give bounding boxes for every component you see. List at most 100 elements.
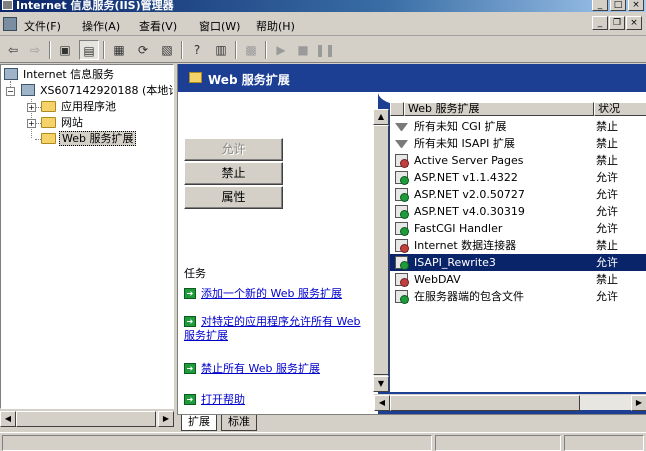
menu-bar: 文件(F) 操作(A) 查看(V) 窗口(W) 帮助(H) _ ❐ × (0, 14, 646, 36)
extension-name: 所有未知 CGI 扩展 (414, 120, 507, 133)
scroll-thumb[interactable] (16, 411, 156, 427)
scroll-right-button[interactable]: ▶ (158, 411, 174, 427)
extension-icon (395, 256, 409, 270)
extension-status: 禁止 (596, 137, 618, 150)
collapse-server-toggle[interactable]: − (6, 87, 15, 96)
tree-node-websites[interactable]: 网站 (41, 115, 85, 131)
green-arrow-icon: ➔ (184, 315, 196, 327)
server-computer-icon (21, 84, 35, 96)
list-row[interactable]: 所有未知 ISAPI 扩展 禁止 (390, 135, 646, 152)
extension-name: WebDAV (414, 273, 461, 286)
refresh-icon[interactable]: ⟳ (133, 40, 153, 60)
tree-horizontal-scrollbar[interactable]: ◀ ▶ (0, 410, 174, 427)
extension-icon (395, 290, 409, 304)
expand-app-pools-toggle[interactable]: + (27, 103, 36, 112)
tree-node-server[interactable]: XS607142920188 (本地计 (21, 83, 173, 99)
tab-extended[interactable]: 扩展 (181, 415, 217, 431)
up-level-icon[interactable]: ▣ (55, 40, 75, 60)
expand-websites-toggle[interactable]: + (27, 119, 36, 128)
task-add-extension[interactable]: ➔ 添加一个新的 Web 服务扩展 (184, 285, 372, 301)
properties-icon[interactable]: ▦ (109, 40, 129, 60)
menu-file[interactable]: 文件(F) (24, 18, 61, 34)
list-row[interactable]: WebDAV 禁止 (390, 271, 646, 288)
extension-name: ASP.NET v1.1.4322 (414, 171, 518, 184)
tree-node-iis-root[interactable]: Internet 信息服务 (4, 67, 116, 83)
console-tree: Internet 信息服务 − XS607142920188 (本地计 + 应用… (0, 64, 174, 409)
column-header-extension[interactable]: Web 服务扩展 (404, 102, 594, 116)
list-row[interactable]: Internet 数据连接器 禁止 (390, 237, 646, 254)
properties-button[interactable]: 属性 (184, 186, 283, 209)
list-horizontal-scrollbar[interactable]: ◀ ▶ (374, 394, 646, 411)
list-header: Web 服务扩展 状况 (390, 102, 646, 116)
list-row[interactable]: FastCGI Handler 允许 (390, 220, 646, 237)
tab-standard[interactable]: 标准 (221, 415, 257, 431)
scroll-thumb[interactable] (373, 125, 389, 375)
export-list-icon[interactable]: ▧ (157, 40, 177, 60)
mdi-restore-button[interactable]: ❐ (609, 16, 625, 30)
extension-icon (395, 154, 409, 168)
list-row[interactable]: 在服务器端的包含文件 允许 (390, 288, 646, 305)
menu-view[interactable]: 查看(V) (139, 18, 177, 34)
deny-button[interactable]: 禁止 (184, 162, 283, 185)
task-allow-all-for-app[interactable]: ➔ 对特定的应用程序允许所有 Web 服务扩展 (184, 315, 372, 343)
extension-name: Internet 数据连接器 (414, 239, 517, 252)
toolbar-separator (235, 41, 237, 59)
tree-node-app-pools[interactable]: 应用程序池 (41, 99, 118, 115)
show-hide-tree-icon[interactable]: ▤ (79, 40, 99, 60)
extension-status: 允许 (596, 205, 618, 218)
tree-node-web-service-extensions[interactable]: Web 服务扩展 (41, 131, 137, 147)
menu-window[interactable]: 窗口(W) (199, 18, 240, 34)
task-open-help[interactable]: ➔ 打开帮助 (184, 391, 372, 407)
list-row[interactable]: Active Server Pages 禁止 (390, 152, 646, 169)
extension-status: 禁止 (596, 120, 618, 133)
stop-icon[interactable]: ■ (293, 40, 313, 60)
scroll-thumb[interactable] (390, 395, 580, 411)
tasks-heading: 任务 (184, 267, 206, 280)
toolbar-separator (181, 41, 183, 59)
sort-indicator (390, 102, 404, 116)
extension-status: 允许 (596, 222, 618, 235)
folder-icon (41, 132, 56, 144)
scroll-left-button[interactable]: ◀ (0, 411, 16, 427)
console-menu-icon[interactable] (3, 17, 17, 31)
list-row[interactable]: 所有未知 CGI 扩展 禁止 (390, 118, 646, 135)
extension-icon (395, 188, 409, 202)
computer-icon[interactable]: ▩ (241, 40, 261, 60)
list-row[interactable]: ASP.NET v2.0.50727 允许 (390, 186, 646, 203)
iis-root-icon (4, 68, 18, 80)
task-deny-all[interactable]: ➔ 禁止所有 Web 服务扩展 (184, 360, 372, 376)
help-icon[interactable]: ? (187, 40, 207, 60)
forward-arrow-icon[interactable]: ⇨ (25, 40, 45, 60)
column-header-status[interactable]: 状况 (594, 102, 646, 116)
close-button[interactable]: × (628, 0, 644, 11)
extension-name: 所有未知 ISAPI 扩展 (414, 137, 515, 150)
extension-name: FastCGI Handler (414, 222, 503, 235)
pause-icon[interactable]: ❚❚ (315, 40, 335, 60)
menu-help[interactable]: 帮助(H) (256, 18, 295, 34)
maximize-button[interactable]: □ (610, 0, 626, 11)
mdi-close-button[interactable]: × (626, 16, 642, 30)
extension-status: 允许 (596, 256, 618, 269)
scroll-right-button[interactable]: ▶ (631, 395, 646, 411)
list-row[interactable]: ASP.NET v4.0.30319 允许 (390, 203, 646, 220)
start-play-icon[interactable]: ▶ (271, 40, 291, 60)
console-tree-icon[interactable]: ▥ (211, 40, 231, 60)
extension-name: ISAPI_Rewrite3 (414, 256, 496, 269)
scroll-up-button[interactable]: ▲ (373, 109, 389, 125)
status-panel (2, 435, 432, 451)
menu-action[interactable]: 操作(A) (82, 18, 120, 34)
pane-header: Web 服务扩展 (178, 64, 646, 92)
allow-button[interactable]: 允许 (184, 138, 283, 161)
list-row[interactable]: ISAPI_Rewrite3 允许 (390, 254, 646, 271)
minimize-button[interactable]: _ (592, 0, 608, 11)
toolbar-separator (265, 41, 267, 59)
pane-title: Web 服务扩展 (208, 73, 290, 87)
list-row[interactable]: ASP.NET v1.1.4322 允许 (390, 169, 646, 186)
mdi-minimize-button[interactable]: _ (592, 16, 608, 30)
scroll-down-button[interactable]: ▼ (373, 376, 389, 392)
extension-list: Web 服务扩展 状况 所有未知 CGI 扩展 禁止 所有未知 ISAPI 扩展 禁止… (390, 102, 646, 392)
list-vertical-scrollbar[interactable]: ▲ ▼ (373, 109, 389, 392)
scroll-left-button[interactable]: ◀ (374, 395, 390, 411)
back-arrow-icon[interactable]: ⇦ (3, 40, 23, 60)
title-bar: Internet 信息服务(IIS)管理器 _ □ × (0, 0, 646, 12)
